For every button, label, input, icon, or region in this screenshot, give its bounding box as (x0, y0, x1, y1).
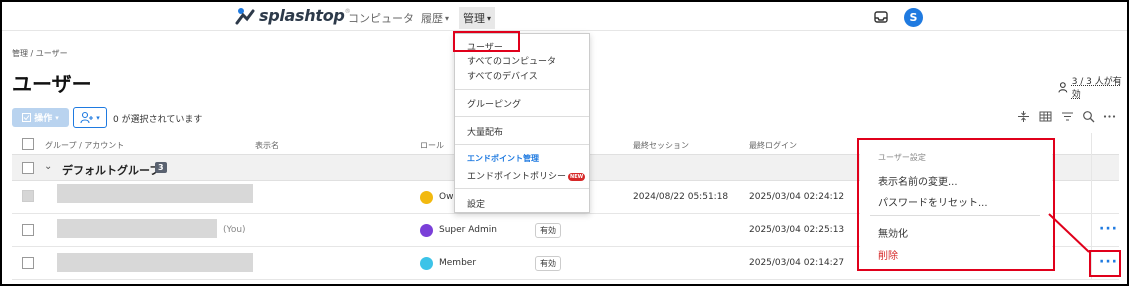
new-badge: NEW (568, 172, 586, 181)
owner-role-icon (420, 191, 433, 204)
menu-divider (455, 188, 589, 189)
menu-item-grouping[interactable]: グルーピング (467, 97, 521, 110)
operations-button-label: 操作 (34, 114, 53, 124)
last-login: 2025/03/04 02:14:27 (749, 258, 845, 268)
last-login: 2025/03/04 02:24:12 (749, 192, 845, 202)
brand-name: splashtop (259, 6, 345, 25)
you-indicator: (You) (223, 225, 246, 235)
chevron-down-icon: ▾ (55, 113, 59, 122)
redacted-account-name (57, 219, 217, 238)
member-role-icon (420, 257, 433, 270)
nav-computers[interactable]: コンピュータ (348, 10, 414, 26)
nav-management[interactable]: 管理 ▾ (459, 7, 496, 29)
header-last-login[interactable]: 最終ログイン (749, 140, 797, 151)
nav-computers-label: コンピュータ (348, 12, 414, 25)
inbox-icon[interactable] (874, 11, 888, 23)
list-check-icon (22, 113, 32, 122)
role-label: Ow (439, 192, 454, 202)
highlight-context-menu (857, 138, 1055, 271)
menu-item-settings[interactable]: 設定 (467, 197, 485, 210)
menu-item-all-computers[interactable]: すべてのコンピュータ (467, 54, 556, 67)
group-checkbox[interactable] (22, 162, 34, 174)
brand-logo[interactable]: splashtop ® (235, 6, 351, 25)
search-icon[interactable] (1082, 110, 1095, 123)
admin-dropdown-menu: ユーザー すべてのコンピュータ すべてのデバイス グルーピング 大量配布 エンド… (454, 33, 590, 213)
menu-divider (455, 89, 589, 90)
operations-button[interactable]: 操作 ▾ (12, 108, 69, 127)
add-user-button[interactable]: ▾ (73, 107, 107, 128)
status-badge: 有効 (535, 256, 561, 271)
role-label: Super Admin (439, 225, 497, 235)
expand-collapse-icon[interactable] (1017, 110, 1030, 123)
select-all-checkbox[interactable] (22, 138, 34, 150)
filter-icon[interactable] (1061, 110, 1074, 123)
row-more-button[interactable]: ··· (1099, 221, 1118, 237)
license-count-label: 3 / 3 人が有効 (1071, 77, 1122, 100)
person-icon (1058, 81, 1068, 92)
row-checkbox[interactable] (22, 224, 34, 236)
row-checkbox (22, 190, 34, 202)
status-badge: 有効 (535, 223, 561, 238)
highlight-users-menu-item (453, 31, 520, 52)
chevron-down-icon: ▾ (487, 13, 492, 23)
last-login: 2025/03/04 02:25:13 (749, 225, 845, 235)
header-last-session[interactable]: 最終セッション (633, 140, 689, 151)
chevron-down-icon[interactable]: ⌄ (44, 161, 52, 172)
chevron-down-icon: ▾ (96, 113, 100, 122)
annotation-arrow (1048, 213, 1090, 253)
page-title: ユーザー (12, 72, 92, 96)
group-count-badge: 3 (155, 162, 167, 173)
selection-count: 0 が選択されています (113, 115, 203, 125)
nav-history[interactable]: 履歴 ▾ (421, 10, 449, 26)
redacted-account-name (57, 253, 253, 272)
more-options-icon[interactable] (1103, 110, 1116, 123)
redacted-account-name (57, 184, 253, 203)
nav-history-label: 履歴 (421, 12, 443, 25)
super-admin-role-icon (420, 224, 433, 237)
menu-item-endpoint-policy[interactable]: エンドポイントポリシー NEW (467, 169, 586, 182)
last-session: 2024/08/22 05:51:18 (633, 192, 729, 202)
role-label: Member (439, 258, 477, 268)
group-name: デフォルトグループ (62, 164, 161, 177)
endpoint-policy-label: エンドポイントポリシー (467, 172, 567, 182)
add-user-icon (80, 111, 94, 124)
header-display-name[interactable]: 表示名 (255, 140, 279, 151)
user-avatar[interactable]: S (904, 8, 923, 27)
menu-item-all-devices[interactable]: すべてのデバイス (467, 69, 538, 82)
chevron-down-icon: ▾ (445, 13, 450, 23)
menu-divider (455, 144, 589, 145)
splashtop-logo-icon (235, 7, 255, 24)
nav-management-label: 管理 (463, 12, 485, 25)
header-group-account[interactable]: グループ / アカウント (45, 140, 124, 151)
header-role[interactable]: ロール (420, 140, 444, 151)
top-nav-bar: splashtop ® コンピュータ 履歴 ▾ 管理 ▾ S (2, 2, 1127, 31)
menu-section-endpoint-management: エンドポイント管理 (467, 154, 539, 163)
breadcrumb: 管理 / ユーザー (12, 49, 68, 58)
menu-item-mass-deployment[interactable]: 大量配布 (467, 125, 503, 138)
license-count[interactable]: 3 / 3 人が有効 (1058, 74, 1129, 100)
menu-divider (455, 116, 589, 117)
table-columns-icon[interactable] (1039, 110, 1052, 123)
row-checkbox[interactable] (22, 257, 34, 269)
